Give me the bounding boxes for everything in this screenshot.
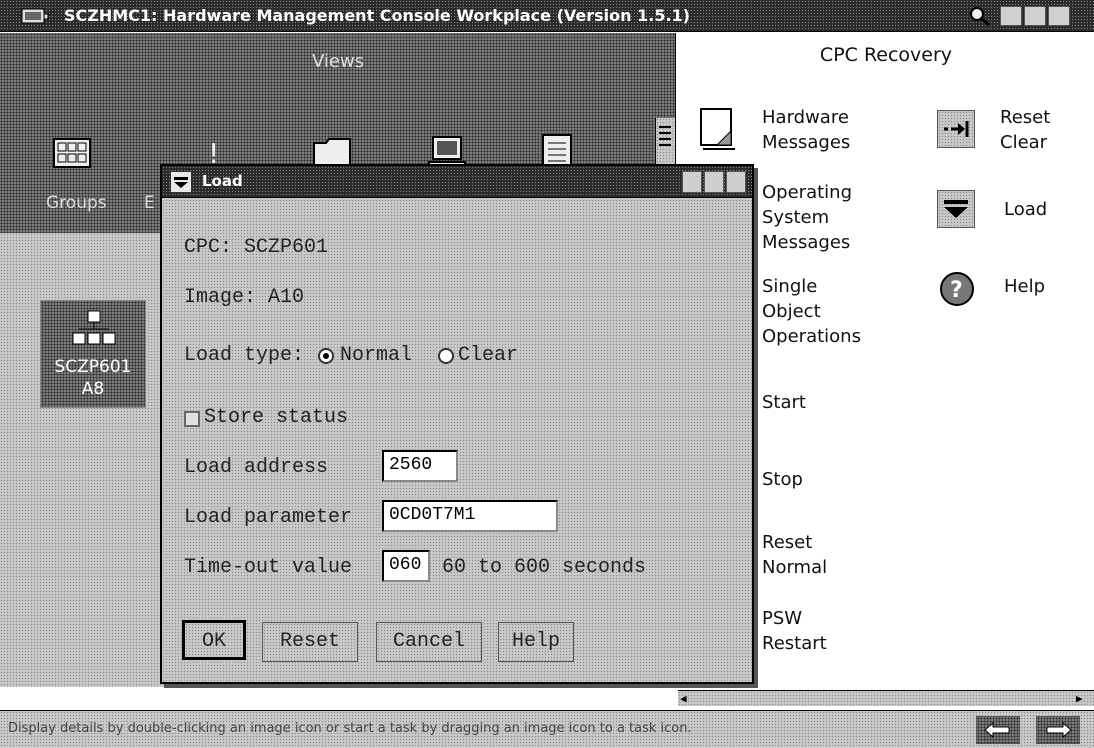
dialog-close-button[interactable] bbox=[726, 171, 746, 193]
dialog-maximize-button[interactable] bbox=[704, 171, 724, 193]
load-parameter-field[interactable]: 0CD0T7M1 bbox=[382, 500, 558, 532]
image-icon-subname: A8 bbox=[81, 379, 105, 399]
groups-view-icon[interactable] bbox=[50, 133, 94, 173]
task-start[interactable]: Start bbox=[762, 390, 806, 415]
task-panel-scrollbar[interactable]: ◀ ▶ bbox=[678, 690, 1094, 706]
load-type-clear-label[interactable]: Clear bbox=[458, 344, 518, 367]
task-reset-clear[interactable]: Reset Clear bbox=[1000, 105, 1050, 155]
scroll-left-icon[interactable]: ◀ bbox=[680, 692, 687, 705]
maximize-button[interactable] bbox=[1024, 6, 1046, 26]
help-icon[interactable]: ? bbox=[938, 270, 976, 308]
find-icon[interactable] bbox=[968, 5, 992, 27]
svg-text:?: ? bbox=[950, 278, 963, 303]
rotate-left-button[interactable] bbox=[976, 716, 1020, 744]
scroll-right-icon[interactable]: ▶ bbox=[1076, 692, 1083, 705]
dialog-title: Load bbox=[202, 172, 243, 190]
cpc-label: CPC: SCZP601 bbox=[184, 236, 329, 259]
load-type-normal-label[interactable]: Normal bbox=[340, 344, 412, 367]
load-dialog: Load CPC: SCZP601 Image: A10 Load type: … bbox=[160, 164, 754, 684]
cancel-button[interactable]: Cancel bbox=[376, 622, 482, 662]
task-hardware-messages[interactable]: Hardware Messages bbox=[762, 105, 850, 155]
dialog-minimize-button[interactable] bbox=[682, 171, 702, 193]
help-button[interactable]: Help bbox=[498, 622, 574, 662]
views-label: Views bbox=[311, 51, 365, 72]
timeout-range-hint: 60 to 600 seconds bbox=[442, 556, 647, 579]
timeout-label: Time-out value bbox=[184, 556, 353, 579]
rotate-right-button[interactable] bbox=[1036, 716, 1080, 744]
load-address-field[interactable]: 2560 bbox=[382, 450, 458, 482]
load-type-normal-radio[interactable] bbox=[318, 348, 334, 364]
task-stop[interactable]: Stop bbox=[762, 467, 803, 492]
load-parameter-label: Load parameter bbox=[184, 506, 353, 529]
groups-view-label[interactable]: Groups bbox=[46, 193, 107, 213]
window-title-bar[interactable]: SCZHMC1: Hardware Management Console Wor… bbox=[0, 0, 1094, 32]
app-icon[interactable] bbox=[20, 6, 50, 26]
minimize-button[interactable] bbox=[1000, 6, 1022, 26]
system-menu-button[interactable] bbox=[170, 171, 192, 193]
load-address-label: Load address bbox=[184, 456, 329, 479]
task-operating-system-messages[interactable]: Operating System Messages bbox=[762, 180, 852, 255]
image-tree-icon bbox=[72, 310, 116, 345]
status-bar: Display details by double-clicking an im… bbox=[0, 710, 1094, 748]
task-help[interactable]: Help bbox=[1004, 274, 1045, 299]
load-icon[interactable] bbox=[937, 190, 975, 228]
reset-button[interactable]: Reset bbox=[262, 622, 358, 662]
task-psw-restart[interactable]: PSW Restart bbox=[762, 606, 827, 656]
store-status-label[interactable]: Store status bbox=[204, 406, 348, 429]
status-text: Display details by double-clicking an im… bbox=[8, 721, 692, 736]
image-label: Image: A10 bbox=[184, 286, 305, 309]
task-load[interactable]: Load bbox=[1004, 197, 1047, 222]
dialog-title-bar[interactable]: Load bbox=[162, 166, 752, 198]
task-list-title: CPC Recovery bbox=[819, 44, 953, 66]
timeout-field[interactable]: 060 bbox=[382, 550, 430, 582]
image-icon-name: SCZP601 bbox=[54, 357, 132, 377]
load-type-label: Load type: bbox=[184, 344, 305, 367]
reset-clear-icon[interactable] bbox=[937, 110, 975, 148]
next-view-label[interactable]: E bbox=[144, 193, 155, 213]
image-object-icon[interactable]: SCZP601 A8 bbox=[40, 300, 146, 408]
task-single-object-operations[interactable]: Single Object Operations bbox=[762, 274, 861, 349]
close-button[interactable] bbox=[1048, 6, 1070, 26]
window-title: SCZHMC1: Hardware Management Console Wor… bbox=[64, 6, 690, 25]
hardware-messages-icon[interactable] bbox=[697, 105, 741, 151]
load-type-clear-radio[interactable] bbox=[438, 348, 454, 364]
store-status-checkbox[interactable] bbox=[184, 411, 200, 427]
task-reset-normal[interactable]: Reset Normal bbox=[762, 530, 827, 580]
ok-button[interactable]: OK bbox=[182, 620, 246, 660]
